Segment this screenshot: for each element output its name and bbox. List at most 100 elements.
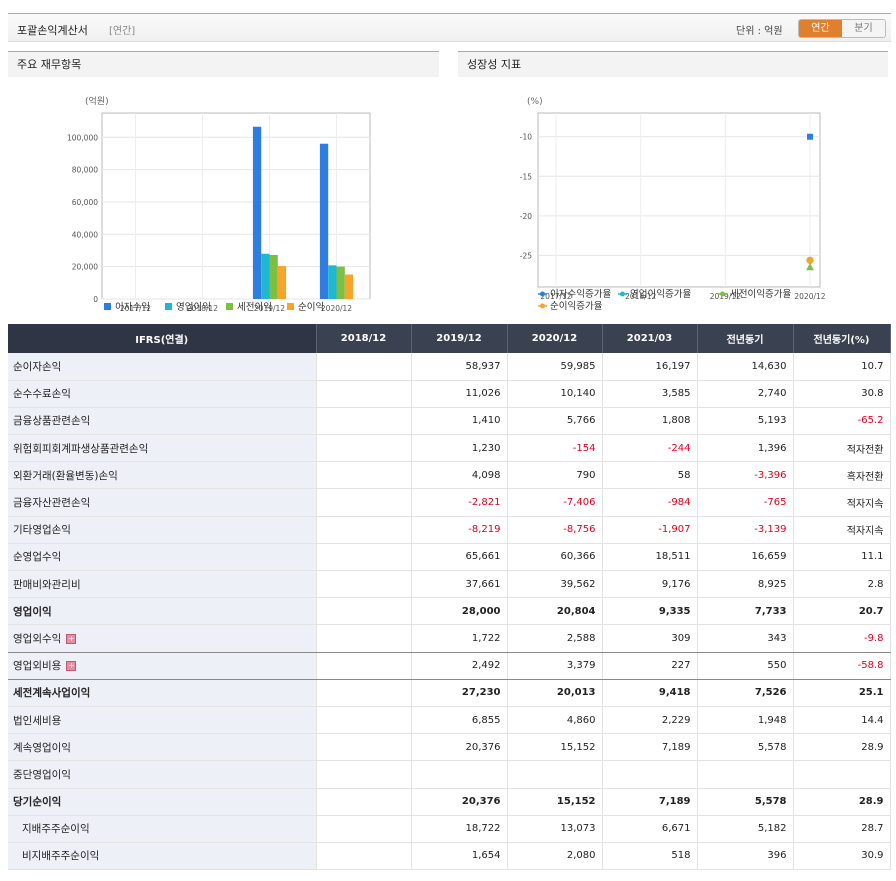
- row-label-text: 법인세비용: [13, 714, 62, 727]
- row-label: 금융자산관련손익: [8, 488, 317, 517]
- scatter-point: [806, 263, 814, 271]
- table-cell: -1,907: [602, 516, 698, 544]
- table-cell: [316, 842, 412, 871]
- unit-label: 단위 : 억원: [736, 26, 783, 37]
- table-cell: 적자지속: [793, 488, 891, 517]
- table-cell: [793, 760, 891, 789]
- table-cell: 2,229: [602, 706, 698, 735]
- scatter-y-tick: -15: [520, 172, 532, 181]
- table-cell: [316, 380, 412, 408]
- table-cell: 15,152: [507, 733, 603, 762]
- table-row: 세전계속사업이익 27,230 20,013 9,418 7,526 25.1: [8, 679, 891, 707]
- row-label-text: 위험회피회계파생상품관련손익: [13, 442, 149, 455]
- row-label: 법인세비용: [8, 706, 317, 735]
- row-label-text: 금융자산관련손익: [13, 497, 91, 510]
- table-cell: 1,654: [411, 842, 508, 871]
- key-items-bar-chart: (억원)020,00040,00060,00080,000100,0002017…: [67, 95, 371, 313]
- bar-legend-swatch: [165, 303, 172, 310]
- table-cell: 28.9: [793, 733, 891, 762]
- table-row: 계속영업이익 20,376 15,152 7,189 5,578 28.9: [8, 733, 891, 762]
- row-label-text: 당기순이익: [13, 796, 62, 809]
- table-cell: 흑자전환: [793, 461, 891, 490]
- table-cell: 1,722: [411, 624, 508, 653]
- row-label-text: 판매비와관리비: [13, 578, 81, 591]
- table-cell: 20,376: [411, 733, 508, 762]
- bar-ylabel: (억원): [85, 95, 109, 107]
- table-row: 지배주주순이익 18,722 13,073 6,671 5,182 28.7: [8, 815, 891, 843]
- table-cell: 18,722: [411, 815, 508, 843]
- tab-quarterly[interactable]: 분기: [842, 20, 885, 37]
- scatter-legend-marker: [540, 303, 545, 309]
- table-cell: -9.8: [793, 624, 891, 653]
- table-cell: 20,013: [507, 679, 603, 707]
- table-row: 순이자손익 58,937 59,985 16,197 14,630 10.7: [8, 353, 891, 381]
- table-cell: 7,526: [697, 679, 794, 707]
- scatter-ylabel: (%): [527, 97, 543, 107]
- row-label: 기타영업손익: [8, 516, 317, 544]
- table-cell: [316, 597, 412, 626]
- table-cell: 343: [697, 624, 794, 653]
- table-cell: 9,335: [602, 597, 698, 626]
- table-row: 판매비와관리비 37,661 39,562 9,176 8,925 2.8: [8, 570, 891, 599]
- row-label: 외환거래(환율변동)손익: [8, 461, 317, 490]
- table-cell: [316, 788, 412, 816]
- bar-mark: [252, 126, 262, 299]
- tab-annual[interactable]: 연간: [799, 20, 842, 37]
- scatter-legend-marker: [620, 291, 625, 297]
- column-header-period: 2021/03: [602, 324, 698, 353]
- bar-y-tick: 100,000: [67, 133, 98, 142]
- table-cell: 1,948: [697, 706, 794, 735]
- bar-legend-swatch: [287, 303, 294, 310]
- table-cell: 2,492: [411, 652, 508, 680]
- expand-icon[interactable]: +: [66, 661, 77, 672]
- scatter-legend-label: 영업이익증가율: [630, 288, 691, 300]
- row-label: 영업외비용 +: [8, 652, 317, 680]
- statement-title: 포괄손익계산서: [17, 24, 88, 37]
- expand-icon[interactable]: +: [66, 633, 77, 644]
- period-label: [연간]: [109, 26, 136, 37]
- table-cell: 59,985: [507, 353, 603, 381]
- period-toggle[interactable]: 연간 분기: [798, 19, 886, 38]
- bar-mark: [277, 266, 287, 299]
- row-label-text: 순수수료손익: [13, 388, 71, 401]
- table-cell: [316, 624, 412, 653]
- table-cell: 4,860: [507, 706, 603, 735]
- row-label: 지배주주순이익: [8, 815, 317, 843]
- column-header-item: IFRS(연결): [8, 324, 317, 353]
- table-cell: [316, 815, 412, 843]
- table-cell: 6,855: [411, 706, 508, 735]
- table-cell: 14,630: [697, 353, 794, 381]
- scatter-y-tick: -10: [520, 133, 532, 142]
- row-label: 당기순이익: [8, 788, 317, 816]
- table-cell: 적자전환: [793, 434, 891, 463]
- table-cell: 518: [602, 842, 698, 871]
- table-cell: 65,661: [411, 543, 508, 572]
- growth-title: 성장성 지표: [458, 51, 888, 77]
- bar-mark: [328, 265, 337, 299]
- row-label-text: 중단영업이익: [13, 768, 71, 781]
- table-cell: 58: [602, 461, 698, 490]
- table-cell: 227: [602, 652, 698, 680]
- key-items-panel: 주요 재무항목 (억원) 0 20,000 40,000 60,000 80,000 100…: [8, 51, 439, 317]
- table-cell: [411, 760, 508, 789]
- table-cell: 1,396: [697, 434, 794, 463]
- table-cell: 2,080: [507, 842, 603, 871]
- table-cell: 790: [507, 461, 603, 490]
- table-cell: 58,937: [411, 353, 508, 381]
- table-cell: 30.9: [793, 842, 891, 871]
- table-cell: 60,366: [507, 543, 603, 572]
- table-cell: 9,176: [602, 570, 698, 599]
- scatter-plot-frame: [537, 112, 821, 288]
- row-label-text: 기타영업손익: [13, 524, 71, 537]
- bar-mark: [336, 266, 345, 299]
- table-cell: 8,925: [697, 570, 794, 599]
- bar-mark: [319, 143, 329, 299]
- income-statement-table: IFRS(연결) 2018/12 2019/12 2020/12 2021/03 전년동기…: [8, 324, 891, 871]
- row-label: 위험회피회계파생상품관련손익: [8, 434, 317, 463]
- table-row: 순영업수익 65,661 60,366 18,511 16,659 11.1: [8, 543, 891, 572]
- row-label: 영업외수익 +: [8, 624, 317, 653]
- row-label-text: 영업외비용: [13, 660, 62, 673]
- scatter-x-tick: 2020/12: [794, 292, 825, 301]
- statement-header: 포괄손익계산서 [연간] 단위 : 억원 연간 분기: [8, 13, 891, 42]
- bar-legend-swatch: [104, 303, 111, 310]
